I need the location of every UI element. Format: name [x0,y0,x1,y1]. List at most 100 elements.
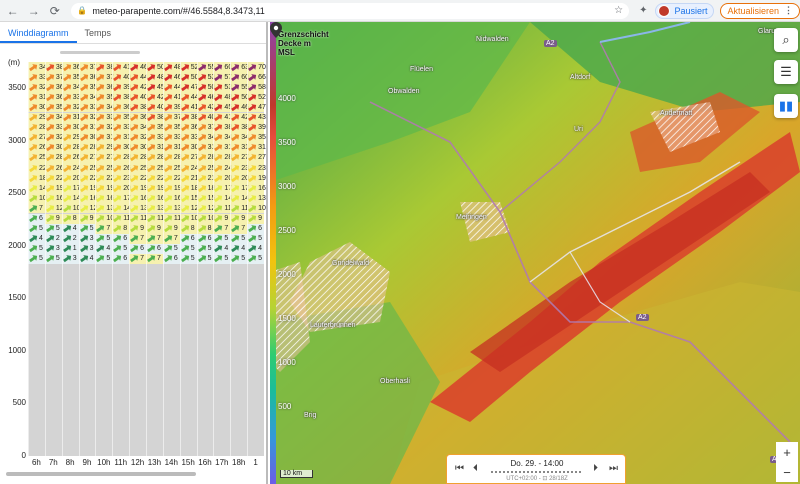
wind-arrow-icon [129,122,140,133]
reload-icon[interactable]: ⟳ [46,2,63,20]
wind-arrow-icon [196,122,207,133]
wind-arrow-icon [230,163,241,174]
wind-arrow-icon [62,72,73,83]
wind-value: 7 [214,224,228,234]
chart-button[interactable]: ▮▮ [774,94,798,118]
zoom-out-button[interactable]: − [776,462,798,482]
wind-arrow-icon [129,102,140,113]
next-step-button[interactable]: ⏵ [593,463,598,474]
wind-arrow-icon [78,102,89,113]
wind-value: 5 [231,254,245,264]
wind-arrow-icon [112,163,123,174]
wind-speed: 6 [173,255,178,263]
wind-arrow-icon [196,92,207,103]
wind-speed: 4 [224,245,229,253]
wind-value: 5 [214,254,228,264]
address-bar[interactable]: 🔒 meteo-parapente.com/#/46.5584,8.3473,1… [71,2,630,19]
map-view[interactable]: Grenzschicht Decke m MSL Nidwalden Altdo… [270,22,800,484]
wind-value: 11 [164,214,181,224]
wind-arrow-icon [163,82,174,93]
wind-arrow-icon [230,72,241,83]
legend-tick: 2500 [278,226,296,235]
wind-arrow-icon [62,183,73,194]
wind-arrow-icon [230,253,241,264]
wind-arrow-icon [62,163,73,174]
wind-arrow-icon [247,233,258,244]
wind-speed: 6 [140,245,145,253]
wind-arrow-icon [95,92,106,103]
wind-grid: 34 38 36 37 38 41 46 50 48 52 55 60 63 70 33 37 35 36 37 40… [28,62,266,456]
wind-speed: 3 [89,235,94,243]
wind-arrow-icon [146,223,157,234]
wind-value: 9 [130,224,144,234]
wind-arrow-icon [78,72,89,83]
wind-arrow-icon [230,193,241,204]
wind-arrow-icon [45,243,56,254]
update-button[interactable]: Aktualisieren ⋮ [720,2,800,19]
settings-button[interactable]: ☰ [774,60,798,84]
wind-arrow-icon [112,132,123,143]
location-pin-icon[interactable] [270,22,282,38]
wind-speed: 6 [123,255,128,263]
wind-arrow-icon [78,152,89,163]
last-step-button[interactable]: ⏭ [609,463,618,474]
hour-gridline [146,62,147,456]
wind-arrow-icon [163,183,174,194]
wind-value: 10 [248,203,266,213]
wind-arrow-icon [213,82,224,93]
wind-arrow-icon [213,193,224,204]
wind-arrow-icon [112,72,123,83]
wind-value: 3 [80,244,93,254]
altitude-tick: 0 [21,451,26,460]
wind-arrow-icon [230,62,241,73]
time-slider[interactable] [491,471,583,473]
wind-arrow-icon [163,173,174,184]
profile-pause-button[interactable]: Pausiert [655,2,715,19]
wind-value: 4 [63,224,77,234]
wind-arrow-icon [45,213,56,224]
wind-value: 6 [198,234,211,244]
hour-gridline [162,62,164,456]
hour-label: 7h [48,458,58,467]
wind-arrow-icon [180,72,191,83]
place-label: Grindelwald [332,260,369,267]
forward-icon[interactable]: → [25,2,42,20]
wind-speed: 7 [39,204,43,212]
hour-label: 12h [130,458,145,467]
back-icon[interactable]: ← [4,2,21,20]
wind-arrow-icon [62,142,73,153]
wind-speed: 2 [55,235,60,243]
wind-arrow-icon [180,253,191,264]
wind-arrow-icon [146,183,157,194]
horizontal-scrollbar[interactable] [6,472,196,476]
wind-arrow-icon [78,223,89,234]
wind-speed: 3 [55,245,60,253]
hour-gridline [196,62,198,456]
star-icon[interactable]: ☆ [614,5,623,16]
search-button[interactable]: ⌕ [774,28,798,52]
wind-speed: 9 [224,215,229,223]
wind-arrow-icon [112,243,123,254]
wind-arrow-icon [129,92,140,103]
hour-label: 16h [198,458,212,467]
zoom-in-button[interactable]: + [776,442,798,462]
wind-arrow-icon [230,233,241,244]
wind-value: 70 [248,62,266,72]
wind-speed: 6 [123,235,128,243]
wind-speed: 23 [258,164,266,172]
tab-winddiagramm[interactable]: Winddiagramm [0,28,77,43]
wind-value: 9 [164,224,178,234]
wind-arrow-icon [28,233,39,244]
legend-tick: 1500 [278,314,296,323]
puzzle-icon[interactable]: ✦ [639,5,647,16]
wind-speed: 5 [241,235,246,243]
wind-arrow-icon [213,253,224,264]
wind-arrow-icon [180,102,191,113]
wind-arrow-icon [247,142,258,153]
hour-label: 18h [232,458,246,467]
place-label: Andermatt [660,110,693,117]
tab-temps[interactable]: Temps [77,28,120,43]
wind-value: 5 [46,224,60,234]
wind-arrow-icon [163,112,174,123]
wind-speed: 5 [190,245,195,253]
